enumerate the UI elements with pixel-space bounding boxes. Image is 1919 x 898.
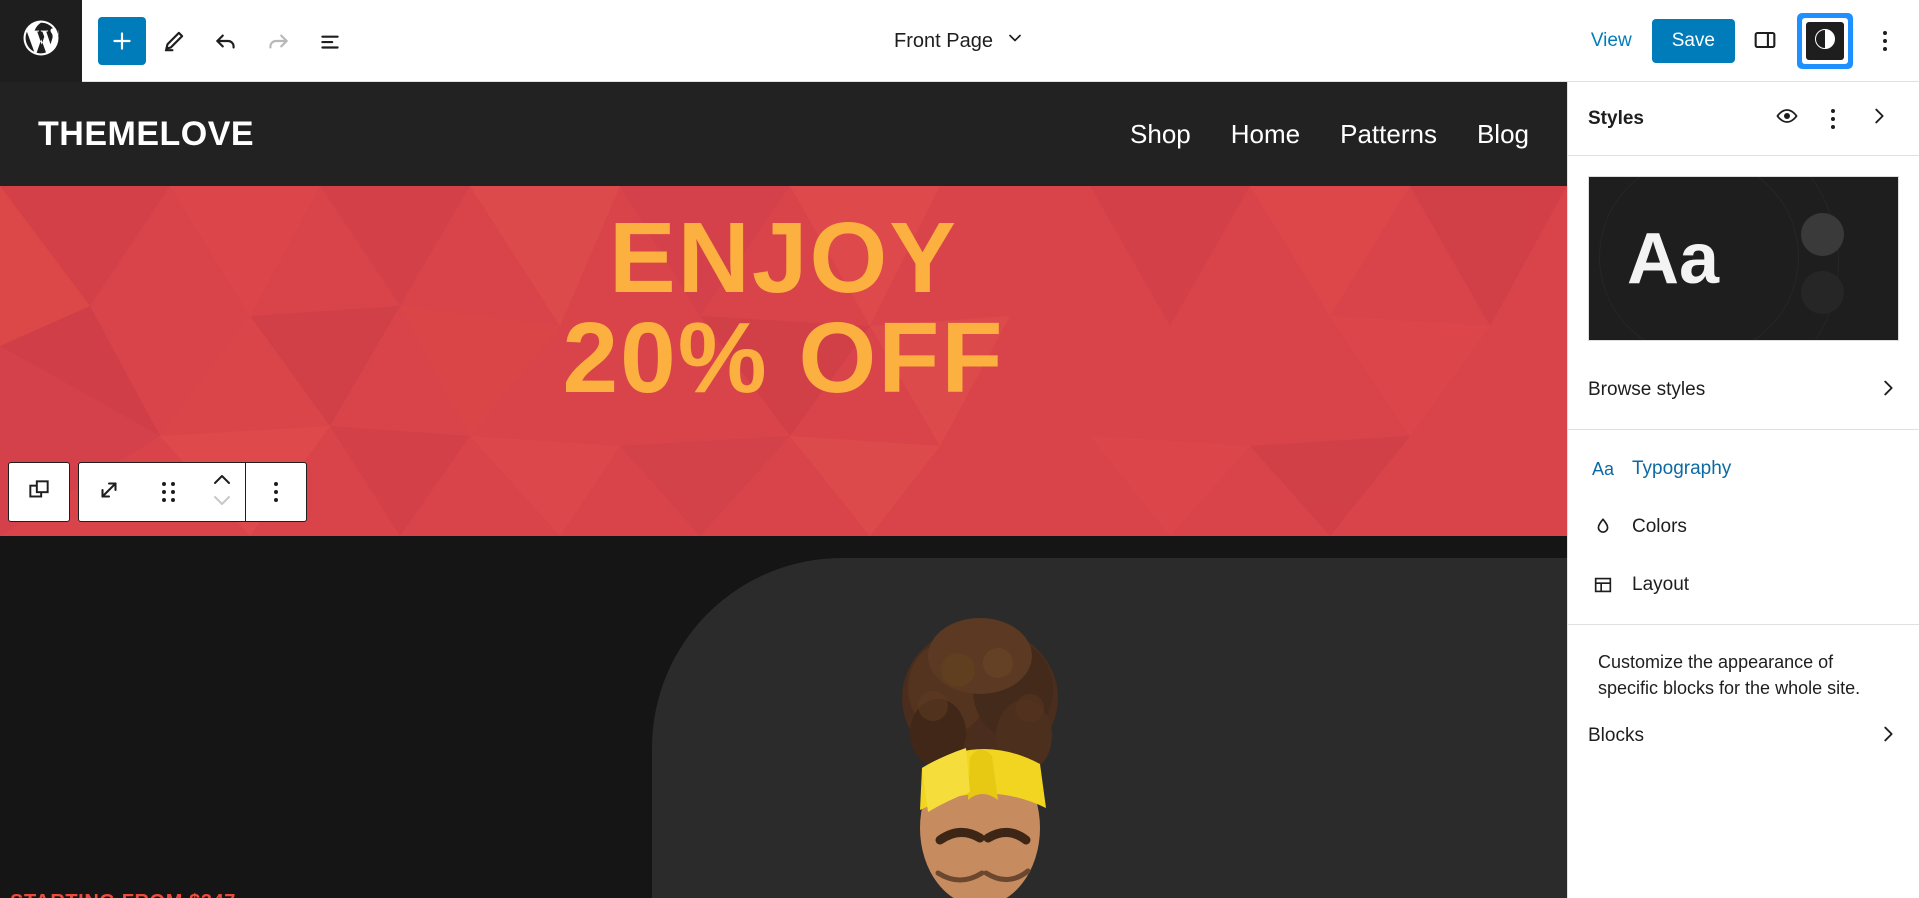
styles-item-blocks[interactable]: Blocks	[1568, 707, 1919, 765]
style-book-preview-button[interactable]	[1767, 99, 1807, 139]
woman-with-yellow-headband-photo	[878, 578, 1083, 898]
move-block-down-button[interactable]	[210, 492, 234, 513]
spacer-resize-icon	[96, 477, 122, 508]
aa-typography-icon: Aa	[1591, 458, 1615, 479]
editor-top-bar: Front Page View Save	[0, 0, 1919, 82]
preview-color-swatch-2	[1801, 271, 1844, 314]
list-view-icon	[317, 28, 343, 54]
preview-sample-text: Aa	[1627, 219, 1720, 299]
styles-sidebar: Styles Aa Browse styles Aa Typography Co…	[1567, 82, 1919, 898]
chevron-right-icon	[1877, 377, 1899, 404]
site-navigation-block[interactable]: Shop Home Patterns Blog	[1130, 119, 1529, 150]
styles-panel-title: Styles	[1588, 107, 1644, 129]
browse-styles-row[interactable]: Browse styles	[1568, 361, 1919, 419]
preview-color-swatch-1	[1801, 213, 1844, 256]
blocks-label: Blocks	[1588, 725, 1644, 747]
sidebar-divider-1	[1568, 429, 1919, 430]
site-header-block[interactable]: THEMELOVE Shop Home Patterns Blog	[0, 82, 1567, 186]
more-options-button[interactable]	[1861, 17, 1909, 65]
hero-portrait-image[interactable]	[878, 578, 1083, 898]
undo-icon	[213, 28, 239, 54]
save-button[interactable]: Save	[1651, 19, 1735, 63]
styles-more-menu-button[interactable]	[1813, 99, 1853, 139]
banner-line-2: 20% OFF	[562, 302, 1005, 414]
top-bar-right-tools: View Save	[1577, 0, 1909, 82]
redo-button[interactable]	[254, 17, 302, 65]
three-dots-vertical-icon	[274, 482, 278, 502]
nav-item-home[interactable]: Home	[1231, 119, 1300, 150]
price-label: STARTING FROM $347	[10, 891, 236, 898]
redo-icon	[265, 28, 291, 54]
move-block-up-button[interactable]	[210, 471, 234, 492]
pencil-icon	[161, 28, 187, 54]
browse-styles-label: Browse styles	[1588, 379, 1706, 400]
styles-sidebar-header: Styles	[1568, 82, 1919, 156]
site-title: THEMELOVE	[38, 114, 255, 153]
drag-handle-icon	[162, 482, 176, 502]
banner-line-1: ENJOY	[608, 202, 958, 314]
droplet-icon	[1588, 516, 1618, 538]
hero-card	[652, 558, 1567, 898]
wordpress-site-editor: Front Page View Save THEMELOVE Shop Home…	[0, 0, 1919, 898]
hero-section-block[interactable]: STARTING FROM $347	[0, 536, 1567, 898]
styles-button-core	[1806, 22, 1844, 60]
block-options-button[interactable]	[246, 463, 306, 521]
three-dots-vertical-icon	[1883, 31, 1887, 51]
styles-item-typography[interactable]: Aa Typography	[1568, 440, 1919, 498]
blocks-section-description: Customize the appearance of specific blo…	[1598, 652, 1861, 699]
document-title-button[interactable]: Front Page	[884, 20, 1035, 62]
chevron-down-icon	[210, 495, 234, 512]
plus-icon	[109, 28, 135, 54]
document-title-label: Front Page	[894, 29, 993, 52]
wordpress-logo-button[interactable]	[0, 0, 82, 82]
layout-icon	[1588, 574, 1618, 596]
eye-icon	[1775, 104, 1799, 133]
styles-item-layout[interactable]: Layout	[1568, 556, 1919, 614]
sidebar-divider-2	[1568, 624, 1919, 625]
add-block-button[interactable]	[98, 16, 146, 65]
drag-block-handle[interactable]	[139, 463, 199, 521]
top-bar-left-tools	[82, 16, 354, 65]
close-styles-sidebar-button[interactable]	[1859, 99, 1899, 139]
sidebar-panel-icon	[1751, 26, 1779, 57]
list-view-button[interactable]	[306, 17, 354, 65]
editor-canvas[interactable]: THEMELOVE Shop Home Patterns Blog ENJOY …	[0, 82, 1567, 898]
chevron-right-icon	[1877, 723, 1899, 750]
group-block-icon	[26, 477, 52, 508]
spacer-block-type-button[interactable]	[79, 463, 139, 521]
styles-toggle-button[interactable]	[1797, 13, 1853, 69]
colors-label: Colors	[1632, 516, 1687, 537]
three-dots-vertical-icon	[1831, 108, 1835, 129]
settings-sidebar-toggle-button[interactable]	[1741, 17, 1789, 65]
layout-label: Layout	[1632, 574, 1690, 595]
parent-block-selector-group	[8, 462, 70, 522]
undo-button[interactable]	[202, 17, 250, 65]
block-toolbar	[8, 462, 307, 522]
edit-mode-button[interactable]	[150, 17, 198, 65]
chevron-right-icon	[1868, 105, 1890, 132]
select-parent-block-button[interactable]	[9, 463, 69, 521]
block-mover-controls	[199, 471, 245, 513]
chevron-up-icon	[210, 474, 234, 491]
nav-item-patterns[interactable]: Patterns	[1340, 119, 1437, 150]
wordpress-logo-icon	[20, 17, 62, 64]
typography-label: Typography	[1632, 458, 1732, 479]
style-variation-preview-card[interactable]: Aa	[1588, 176, 1899, 341]
nav-item-shop[interactable]: Shop	[1130, 119, 1191, 150]
block-controls-group	[78, 462, 307, 522]
chevron-down-icon	[1005, 28, 1025, 54]
view-link[interactable]: View	[1577, 22, 1646, 60]
styles-item-colors[interactable]: Colors	[1568, 498, 1919, 556]
styles-button-focus-ring	[1802, 18, 1848, 64]
contrast-styles-icon	[1813, 27, 1837, 56]
nav-item-blog[interactable]: Blog	[1477, 119, 1529, 150]
